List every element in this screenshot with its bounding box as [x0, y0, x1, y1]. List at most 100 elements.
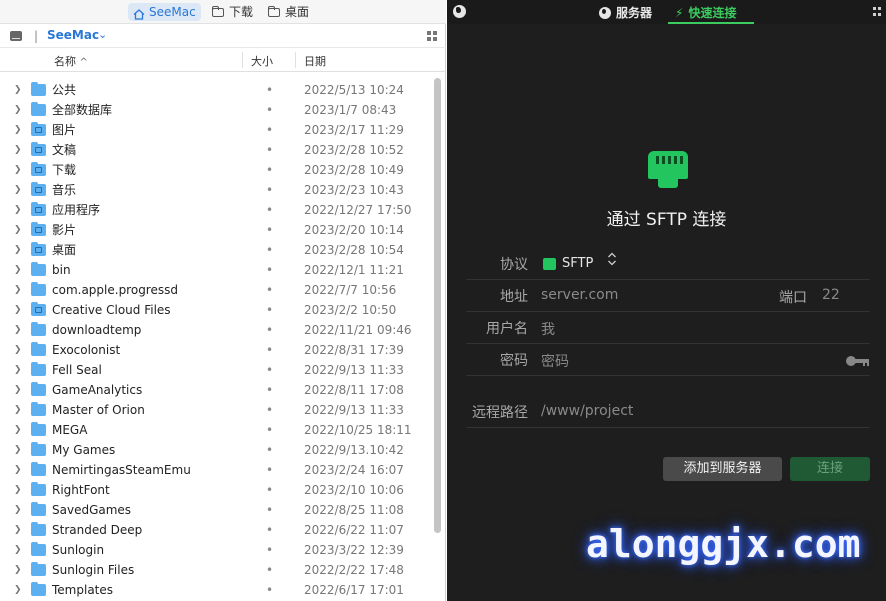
- file-row[interactable]: ❯ bin • 2022/12/1 11:21: [0, 260, 430, 280]
- file-size: •: [266, 303, 274, 317]
- file-row[interactable]: ❯ Master of Orion • 2022/9/13 11:33: [0, 400, 430, 420]
- file-row[interactable]: ❯ Stranded Deep • 2022/6/22 11:07: [0, 520, 430, 540]
- file-row[interactable]: ❯ 音乐 • 2023/2/23 10:43: [0, 180, 430, 200]
- chevron-right-icon[interactable]: ❯: [14, 140, 22, 160]
- chevron-right-icon[interactable]: ❯: [14, 540, 22, 560]
- chevron-right-icon[interactable]: ❯: [14, 320, 22, 340]
- file-row[interactable]: ❯ 桌面 • 2023/2/28 10:54: [0, 240, 430, 260]
- file-row[interactable]: ❯ MEGA • 2022/10/25 18:11: [0, 420, 430, 440]
- chevron-right-icon[interactable]: ❯: [14, 360, 22, 380]
- chevron-right-icon[interactable]: ❯: [14, 240, 22, 260]
- key-icon[interactable]: [846, 356, 870, 366]
- tab-servers[interactable]: 服务器: [599, 4, 652, 21]
- file-row[interactable]: ❯ Fell Seal • 2022/9/13 11:33: [0, 360, 430, 380]
- chevron-right-icon[interactable]: ❯: [14, 500, 22, 520]
- file-row[interactable]: ❯ My Games • 2022/9/13.10:42: [0, 440, 430, 460]
- folder-icon: [31, 222, 46, 236]
- file-row[interactable]: ❯ Templates • 2022/6/17 17:01: [0, 580, 430, 600]
- chevron-right-icon[interactable]: ❯: [14, 560, 22, 580]
- location-bar: | SeeMac ⌄: [0, 24, 446, 48]
- globe-icon[interactable]: [453, 5, 466, 18]
- sftp-icon: [543, 258, 556, 270]
- chevron-right-icon[interactable]: ❯: [14, 340, 22, 360]
- column-name[interactable]: 名称 ^: [54, 53, 88, 69]
- file-name: My Games: [52, 443, 116, 457]
- chevron-right-icon[interactable]: ❯: [14, 460, 22, 480]
- tab-label: 桌面: [285, 5, 310, 19]
- chevron-right-icon[interactable]: ❯: [14, 220, 22, 240]
- file-list: ❯ 公共 • 2022/5/13 10:24 ❯ 全部数据库 • 2023/1/7 08:43…: [0, 80, 430, 600]
- file-row[interactable]: ❯ downloadtemp • 2022/11/21 09:46: [0, 320, 430, 340]
- file-name: bin: [52, 263, 71, 277]
- tab-seemac[interactable]: SeeMac: [128, 3, 201, 21]
- file-row[interactable]: ❯ SavedGames • 2022/8/25 11:08: [0, 500, 430, 520]
- chevron-right-icon[interactable]: ❯: [14, 580, 22, 600]
- chevron-right-icon[interactable]: ❯: [14, 440, 22, 460]
- sidebar-toggle-icon[interactable]: [873, 7, 882, 16]
- column-date[interactable]: 日期: [304, 53, 326, 69]
- protocol-select[interactable]: SFTP: [562, 256, 593, 271]
- chevron-right-icon[interactable]: ❯: [14, 160, 22, 180]
- scrollbar[interactable]: [434, 78, 441, 533]
- chevron-down-icon[interactable]: ⌄: [98, 28, 107, 41]
- file-name: SavedGames: [52, 503, 132, 517]
- file-size: •: [266, 183, 274, 197]
- drive-icon[interactable]: [10, 31, 22, 41]
- chevron-right-icon[interactable]: ❯: [14, 100, 22, 120]
- folder-icon: [31, 442, 46, 456]
- remote-path-input[interactable]: /www/project: [541, 403, 633, 419]
- file-size: •: [266, 123, 274, 137]
- connection-title: 通过 SFTP 连接: [606, 210, 727, 230]
- password-input[interactable]: 密码: [541, 351, 569, 371]
- protocol-row: 协议 SFTP: [466, 248, 870, 280]
- chevron-right-icon[interactable]: ❯: [14, 120, 22, 140]
- folder-icon: [268, 5, 281, 18]
- file-row[interactable]: ❯ NemirtingasSteamEmu • 2023/2/24 16:07: [0, 460, 430, 480]
- chevron-right-icon[interactable]: ❯: [14, 180, 22, 200]
- file-row[interactable]: ❯ 公共 • 2022/5/13 10:24: [0, 80, 430, 100]
- folder-icon: [31, 502, 46, 516]
- username-input[interactable]: 我: [541, 319, 555, 339]
- file-name: Creative Cloud Files: [52, 303, 171, 317]
- chevron-right-icon[interactable]: ❯: [14, 80, 22, 100]
- chevron-right-icon[interactable]: ❯: [14, 260, 22, 280]
- connect-button[interactable]: 连接: [790, 457, 870, 481]
- view-grid-icon[interactable]: [427, 31, 437, 41]
- file-date: 2023/1/7 08:43: [304, 103, 397, 117]
- tab-desktop[interactable]: 桌面: [263, 3, 314, 21]
- file-row[interactable]: ❯ 影片 • 2023/2/20 10:14: [0, 220, 430, 240]
- tab-downloads[interactable]: 下载: [207, 3, 258, 21]
- file-row[interactable]: ❯ 文稿 • 2023/2/28 10:52: [0, 140, 430, 160]
- file-name: Stranded Deep: [52, 523, 143, 537]
- location-name[interactable]: SeeMac: [47, 28, 99, 42]
- file-row[interactable]: ❯ Creative Cloud Files • 2023/2/2 10:50: [0, 300, 430, 320]
- file-row[interactable]: ❯ 应用程序 • 2022/12/27 17:50: [0, 200, 430, 220]
- file-row[interactable]: ❯ com.apple.progressd • 2022/7/7 10:56: [0, 280, 430, 300]
- chevron-right-icon[interactable]: ❯: [14, 280, 22, 300]
- file-row[interactable]: ❯ GameAnalytics • 2022/8/11 17:08: [0, 380, 430, 400]
- file-row[interactable]: ❯ 图片 • 2023/2/17 11:29: [0, 120, 430, 140]
- folder-icon: [31, 482, 46, 496]
- chevron-right-icon[interactable]: ❯: [14, 380, 22, 400]
- file-date: 2023/2/24 16:07: [304, 463, 404, 477]
- select-arrows-icon[interactable]: [607, 252, 617, 267]
- file-row[interactable]: ❯ Exocolonist • 2022/8/31 17:39: [0, 340, 430, 360]
- file-row[interactable]: ❯ Sunlogin Files • 2022/2/22 17:48: [0, 560, 430, 580]
- chevron-right-icon[interactable]: ❯: [14, 420, 22, 440]
- add-to-servers-button[interactable]: 添加到服务器: [663, 457, 782, 481]
- chevron-right-icon[interactable]: ❯: [14, 300, 22, 320]
- chevron-right-icon[interactable]: ❯: [14, 520, 22, 540]
- chevron-right-icon[interactable]: ❯: [14, 400, 22, 420]
- file-row[interactable]: ❯ Sunlogin • 2023/3/22 12:39: [0, 540, 430, 560]
- file-row[interactable]: ❯ RightFont • 2023/2/10 10:06: [0, 480, 430, 500]
- column-size[interactable]: 大小: [251, 53, 273, 69]
- file-row[interactable]: ❯ 全部数据库 • 2023/1/7 08:43: [0, 100, 430, 120]
- chevron-right-icon[interactable]: ❯: [14, 480, 22, 500]
- chevron-right-icon[interactable]: ❯: [14, 200, 22, 220]
- sftp-port-icon: [648, 151, 688, 189]
- file-name: Exocolonist: [52, 343, 121, 357]
- port-input[interactable]: 22: [822, 287, 840, 303]
- file-row[interactable]: ❯ 下载 • 2023/2/28 10:49: [0, 160, 430, 180]
- address-input[interactable]: server.com: [541, 287, 618, 303]
- tab-quick-connect[interactable]: ⚡ 快速连接: [675, 4, 736, 21]
